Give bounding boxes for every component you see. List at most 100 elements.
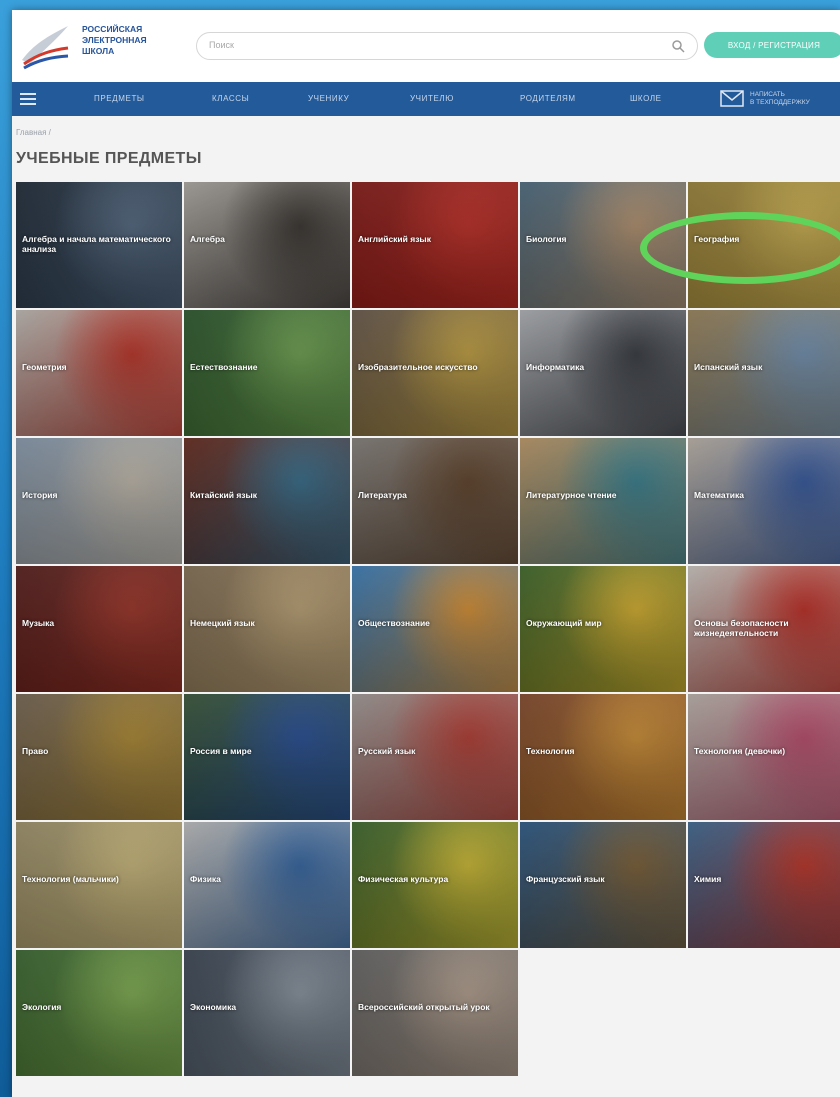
subject-tile[interactable]: Изобразительное искусство bbox=[352, 310, 518, 436]
subject-image bbox=[520, 566, 686, 692]
subject-image bbox=[352, 950, 518, 1076]
subject-tile[interactable]: Физика bbox=[184, 822, 350, 948]
support-link[interactable]: НАПИСАТЬ В ТЕХПОДДЕРЖКУ bbox=[750, 91, 810, 107]
support-line: В ТЕХПОДДЕРЖКУ bbox=[750, 99, 810, 106]
subject-label: Алгебра и начала математического анализа bbox=[22, 234, 171, 254]
subject-label: Музыка bbox=[22, 618, 55, 628]
subject-label: Изобразительное искусство bbox=[358, 362, 478, 372]
subject-image bbox=[184, 182, 350, 308]
subject-tile[interactable]: Химия bbox=[688, 822, 840, 948]
subject-tile[interactable]: Россия в мире bbox=[184, 694, 350, 820]
subject-image bbox=[16, 694, 182, 820]
main-nav: ПРЕДМЕТЫ КЛАССЫ УЧЕНИКУ УЧИТЕЛЮ РОДИТЕЛЯ… bbox=[12, 82, 840, 116]
logo-icon[interactable] bbox=[18, 20, 72, 72]
subject-label: Химия bbox=[694, 874, 722, 884]
subject-label: Экономика bbox=[190, 1002, 237, 1012]
subject-tile[interactable]: Немецкий язык bbox=[184, 566, 350, 692]
subject-label: Английский язык bbox=[358, 234, 431, 244]
subject-tile[interactable]: Экология bbox=[16, 950, 182, 1076]
subject-tile[interactable]: Право bbox=[16, 694, 182, 820]
subject-tile[interactable]: Основы безопасности жизнедеятельности bbox=[688, 566, 840, 692]
subject-tile[interactable]: Обществознание bbox=[352, 566, 518, 692]
subject-tile[interactable]: Литературное чтение bbox=[520, 438, 686, 564]
subject-label: Русский язык bbox=[358, 746, 416, 756]
subject-label: Алгебра bbox=[190, 234, 225, 244]
subject-label: Основы безопасности жизнедеятельности bbox=[694, 618, 789, 638]
subject-tile[interactable]: Китайский язык bbox=[184, 438, 350, 564]
subject-label: Литературное чтение bbox=[526, 490, 617, 500]
subject-image bbox=[520, 438, 686, 564]
subject-label: Информатика bbox=[526, 362, 585, 372]
subject-tile[interactable]: Экономика bbox=[184, 950, 350, 1076]
logo-text: РОССИЙСКАЯ ЭЛЕКТРОННАЯ ШКОЛА bbox=[82, 24, 147, 57]
search-placeholder: Поиск bbox=[209, 40, 234, 50]
subject-image bbox=[16, 438, 182, 564]
subject-image bbox=[16, 822, 182, 948]
subject-label: Испанский язык bbox=[694, 362, 763, 372]
subject-image bbox=[520, 182, 686, 308]
menu-icon[interactable] bbox=[20, 93, 36, 105]
subject-tile[interactable]: Информатика bbox=[520, 310, 686, 436]
subject-tile[interactable]: Английский язык bbox=[352, 182, 518, 308]
subject-tile[interactable]: Алгебра bbox=[184, 182, 350, 308]
subject-image bbox=[184, 950, 350, 1076]
subject-label: Французский язык bbox=[526, 874, 605, 884]
nav-item-classes[interactable]: КЛАССЫ bbox=[212, 94, 249, 103]
subject-image bbox=[352, 566, 518, 692]
breadcrumb[interactable]: Главная / bbox=[16, 128, 51, 137]
subjects-grid: Алгебра и начала математического анализа… bbox=[16, 182, 840, 1076]
search-icon[interactable] bbox=[671, 39, 685, 53]
search-input[interactable]: Поиск bbox=[196, 32, 698, 60]
mail-icon[interactable] bbox=[720, 90, 744, 107]
subject-tile[interactable]: Испанский язык bbox=[688, 310, 840, 436]
subject-image bbox=[352, 310, 518, 436]
subject-tile[interactable]: География bbox=[688, 182, 840, 308]
logo-line: ШКОЛА bbox=[82, 46, 115, 56]
nav-item-subjects[interactable]: ПРЕДМЕТЫ bbox=[94, 94, 145, 103]
page-title: УЧЕБНЫЕ ПРЕДМЕТЫ bbox=[16, 150, 202, 167]
subject-tile[interactable]: Французский язык bbox=[520, 822, 686, 948]
subject-tile[interactable]: Геометрия bbox=[16, 310, 182, 436]
login-button[interactable]: ВХОД / РЕГИСТРАЦИЯ bbox=[704, 32, 840, 58]
nav-item-parents[interactable]: РОДИТЕЛЯМ bbox=[520, 94, 576, 103]
subject-tile[interactable]: Естествознание bbox=[184, 310, 350, 436]
subject-tile[interactable]: Математика bbox=[688, 438, 840, 564]
subject-label: География bbox=[694, 234, 740, 244]
subject-image bbox=[688, 694, 840, 820]
subject-tile[interactable]: Технология (девочки) bbox=[688, 694, 840, 820]
subject-label: Физика bbox=[190, 874, 221, 884]
subject-tile[interactable]: Литература bbox=[352, 438, 518, 564]
nav-item-schools[interactable]: ШКОЛЕ bbox=[630, 94, 662, 103]
subject-label: Технология bbox=[526, 746, 575, 756]
subject-label: История bbox=[22, 490, 58, 500]
subject-image bbox=[184, 566, 350, 692]
subject-image bbox=[184, 438, 350, 564]
subject-tile[interactable]: Биология bbox=[520, 182, 686, 308]
subject-label: Всероссийский открытый урок bbox=[358, 1002, 490, 1012]
subject-image bbox=[184, 694, 350, 820]
subject-tile[interactable]: Русский язык bbox=[352, 694, 518, 820]
subject-tile[interactable]: Физическая культура bbox=[352, 822, 518, 948]
subject-image bbox=[688, 310, 840, 436]
subject-image bbox=[520, 822, 686, 948]
subject-tile[interactable]: Технология bbox=[520, 694, 686, 820]
site-header: РОССИЙСКАЯ ЭЛЕКТРОННАЯ ШКОЛА Поиск ВХОД … bbox=[12, 10, 840, 82]
subject-label: Физическая культура bbox=[358, 874, 449, 884]
subject-label: Литература bbox=[358, 490, 407, 500]
nav-item-students[interactable]: УЧЕНИКУ bbox=[308, 94, 349, 103]
subject-image bbox=[16, 566, 182, 692]
subject-tile[interactable]: Всероссийский открытый урок bbox=[352, 950, 518, 1076]
subject-image bbox=[688, 438, 840, 564]
subject-label: Экология bbox=[22, 1002, 62, 1012]
logo-line: РОССИЙСКАЯ bbox=[82, 24, 143, 34]
subject-tile[interactable]: Алгебра и начала математического анализа bbox=[16, 182, 182, 308]
subject-tile[interactable]: Технология (мальчики) bbox=[16, 822, 182, 948]
subject-tile[interactable]: Музыка bbox=[16, 566, 182, 692]
nav-item-teachers[interactable]: УЧИТЕЛЮ bbox=[410, 94, 454, 103]
subject-tile[interactable]: Окружающий мир bbox=[520, 566, 686, 692]
logo-line: ЭЛЕКТРОННАЯ bbox=[82, 35, 147, 45]
subject-label: Естествознание bbox=[190, 362, 258, 372]
subject-label: Обществознание bbox=[358, 618, 430, 628]
subject-tile[interactable]: История bbox=[16, 438, 182, 564]
browser-page: РОССИЙСКАЯ ЭЛЕКТРОННАЯ ШКОЛА Поиск ВХОД … bbox=[12, 10, 840, 1097]
